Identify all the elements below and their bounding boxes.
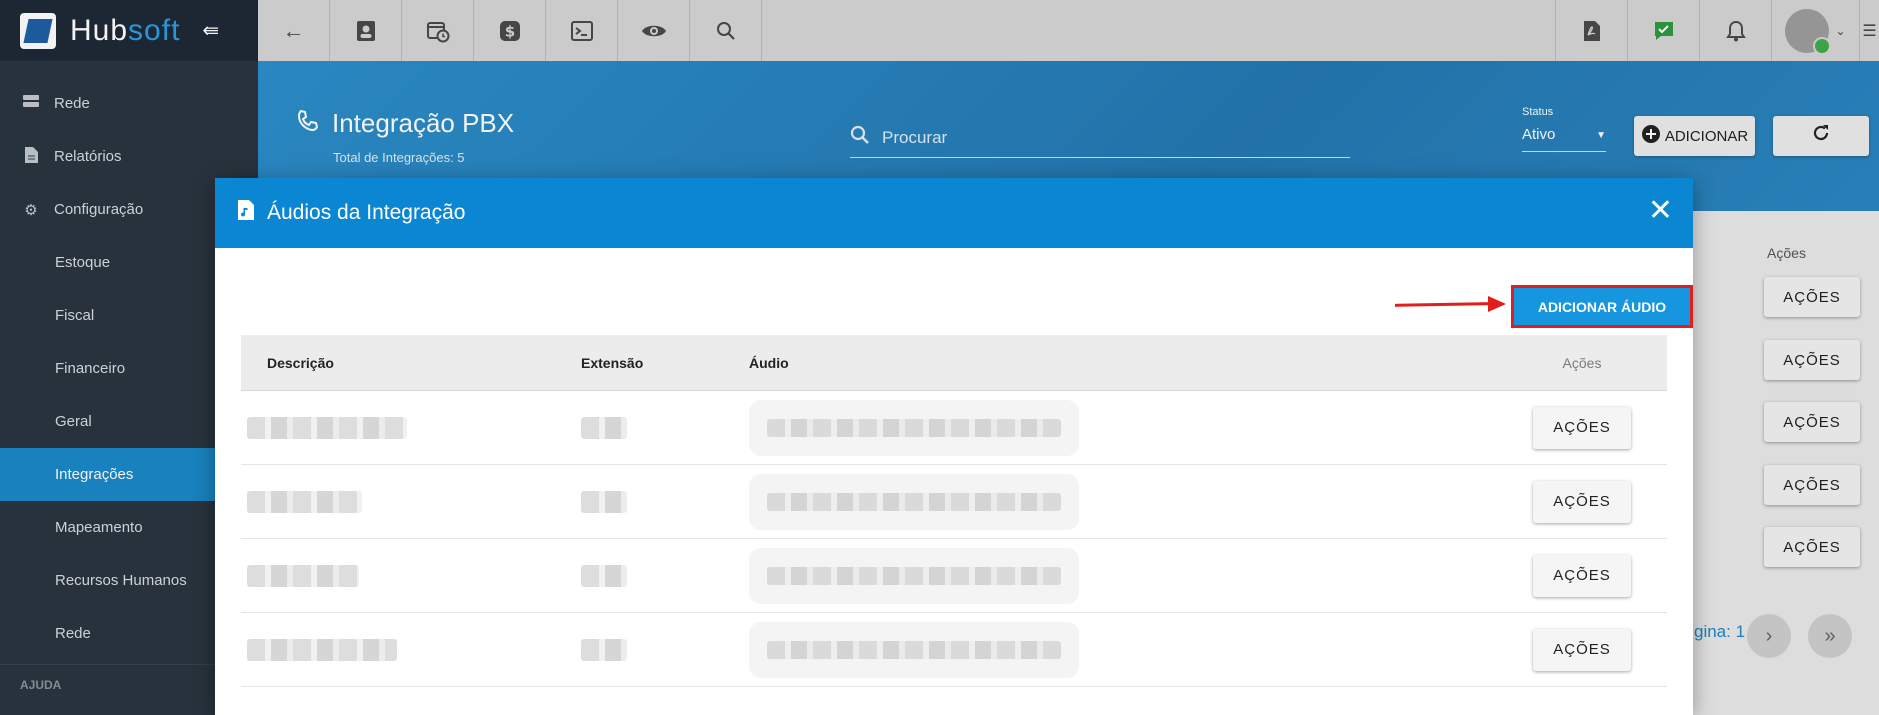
add-audio-button[interactable]: ADICIONAR ÁUDIO xyxy=(1511,285,1693,328)
row-actions-button[interactable]: AÇÕES xyxy=(1533,480,1631,523)
row-actions-button[interactable]: AÇÕES xyxy=(1533,628,1631,671)
column-header-extension: Extensão xyxy=(581,354,644,371)
audio-player[interactable] xyxy=(749,621,1079,678)
blurred-description xyxy=(247,564,359,587)
blurred-extension xyxy=(581,416,627,439)
blurred-audio xyxy=(767,418,1061,437)
audio-table: Descrição Extensão Áudio Ações AÇÕES AÇÕ… xyxy=(241,335,1667,687)
audio-modal: Áudios da Integração ✕ ADICIONAR ÁUDIO D… xyxy=(215,178,1693,715)
table-row: AÇÕES xyxy=(241,613,1667,687)
column-header-description: Descrição xyxy=(267,354,334,371)
blurred-extension xyxy=(581,490,627,513)
column-header-actions: Ações xyxy=(1562,354,1602,371)
table-row: AÇÕES xyxy=(241,539,1667,613)
row-actions-button[interactable]: AÇÕES xyxy=(1533,554,1631,597)
modal-title: Áudios da Integração xyxy=(267,201,466,224)
audio-file-icon xyxy=(237,199,255,227)
close-icon[interactable]: ✕ xyxy=(1648,196,1673,226)
column-header-audio: Áudio xyxy=(749,354,789,371)
audio-player[interactable] xyxy=(749,399,1079,456)
audio-player[interactable] xyxy=(749,473,1079,530)
blurred-description xyxy=(247,416,407,439)
blurred-description xyxy=(247,490,362,513)
blurred-audio xyxy=(767,640,1061,659)
blurred-audio xyxy=(767,492,1061,511)
audio-player[interactable] xyxy=(749,547,1079,604)
blurred-audio xyxy=(767,566,1061,585)
table-header: Descrição Extensão Áudio Ações xyxy=(241,335,1667,391)
table-row: AÇÕES xyxy=(241,391,1667,465)
blurred-extension xyxy=(581,564,627,587)
row-actions-button[interactable]: AÇÕES xyxy=(1533,406,1631,449)
red-arrow-annotation xyxy=(1394,296,1506,312)
blurred-description xyxy=(247,638,397,661)
table-row: AÇÕES xyxy=(241,465,1667,539)
modal-header: Áudios da Integração ✕ xyxy=(215,178,1693,248)
blurred-extension xyxy=(581,638,627,661)
